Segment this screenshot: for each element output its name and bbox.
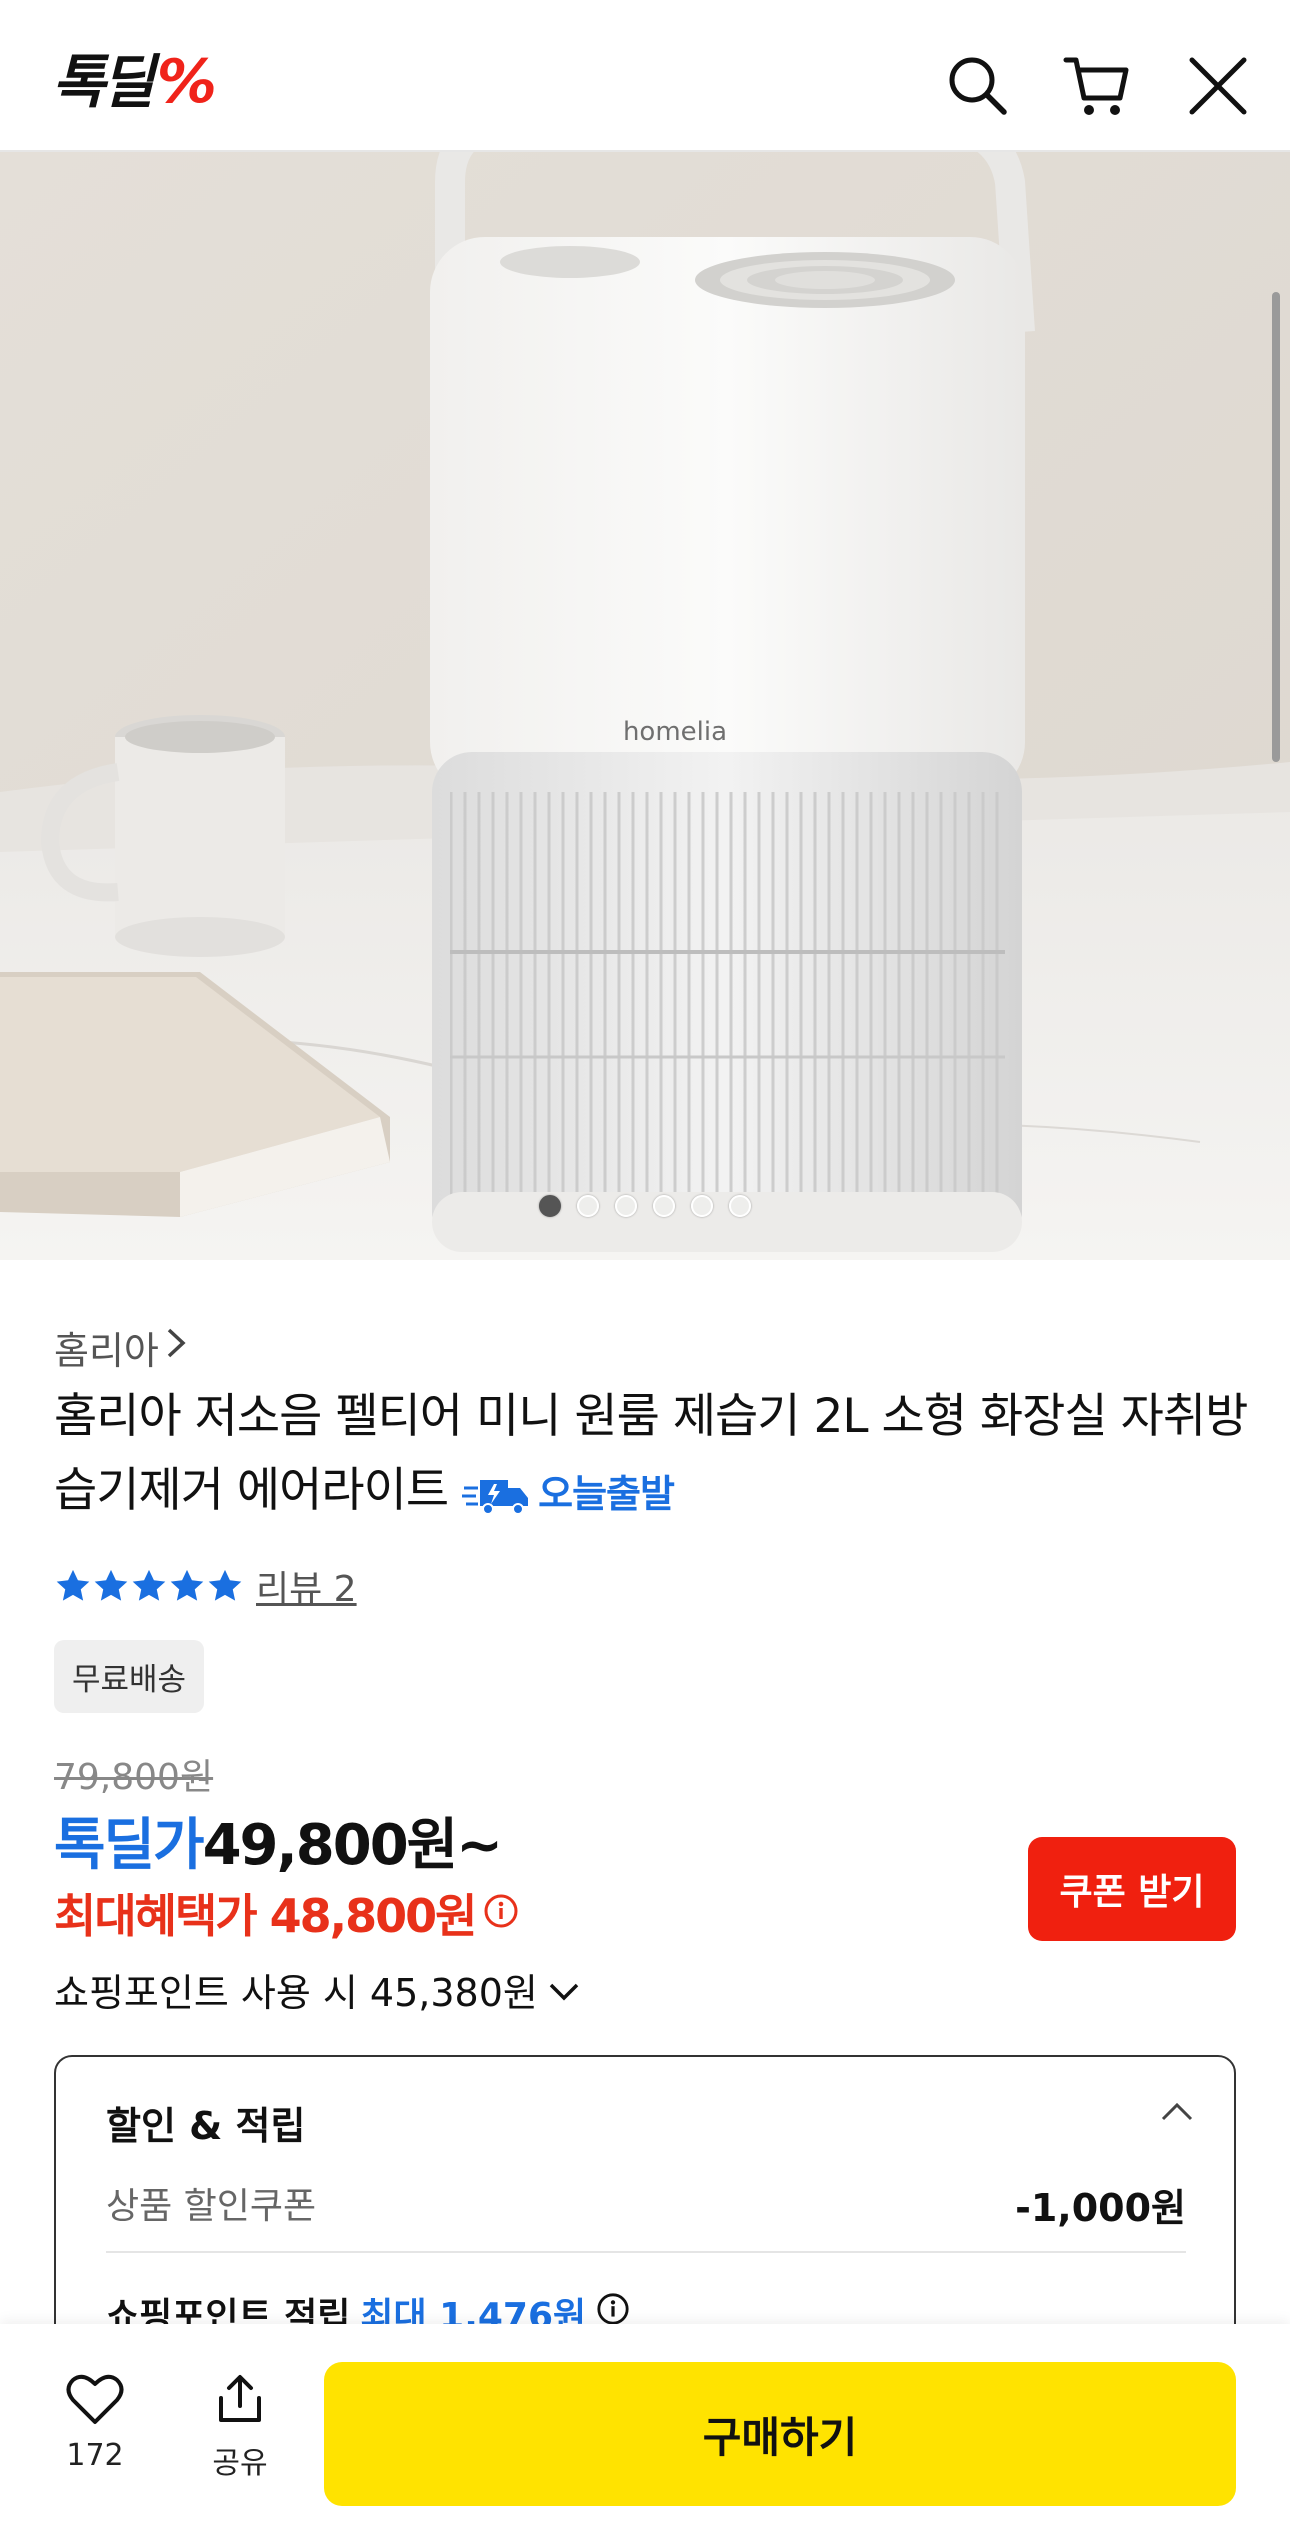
bottom-action-bar: 172 공유 구매하기: [0, 2324, 1290, 2539]
close-icon[interactable]: [1184, 52, 1252, 120]
brand-name: 홈리아: [54, 1329, 159, 1373]
share-button[interactable]: 공유: [185, 2372, 295, 2482]
deal-price-label: 톡딜가: [54, 1813, 205, 1878]
star-icon: [170, 1569, 204, 1601]
today-shipping-badge: 오늘출발: [462, 1457, 675, 1531]
like-count: 172: [66, 2438, 124, 2473]
chevron-up-icon[interactable]: [1160, 2101, 1194, 2127]
deal-price-row: 톡딜가 49,800원~: [54, 1800, 504, 1881]
like-button[interactable]: 172: [40, 2374, 150, 2473]
truck-icon: [462, 1479, 529, 1515]
max-benefit-row: 최대혜택가 48,800원: [54, 1880, 519, 1946]
homelia-print: homelia: [623, 717, 727, 747]
free-shipping-badge: 무료배송: [54, 1640, 205, 1713]
share-label: 공유: [212, 2446, 268, 2481]
deal-price: 49,800원~: [202, 1813, 504, 1878]
original-price: 79,800원: [54, 1757, 214, 1798]
carousel-dot-1[interactable]: [539, 1195, 561, 1217]
coupon-discount-value: -1,000원: [1015, 2186, 1186, 2230]
star-icon: [132, 1569, 166, 1601]
info-icon[interactable]: [483, 1893, 519, 1933]
shopping-point-text: 쇼핑포인트 사용 시 45,380원: [54, 1971, 538, 2015]
carousel-dot-2[interactable]: [577, 1195, 599, 1217]
product-title: 홈리아 저소음 펠티어 미니 원룸 제습기 2L 소형 화장실 자취방 습기제거…: [54, 1380, 1254, 1531]
logo-text: 톡딜: [52, 48, 155, 116]
coupon-discount-label: 상품 할인쿠폰: [106, 2186, 317, 2227]
coupon-button[interactable]: 쿠폰 받기: [1028, 1837, 1236, 1941]
page-scrollbar[interactable]: [1272, 292, 1280, 762]
buy-button[interactable]: 구매하기: [324, 2362, 1236, 2506]
carousel-dot-3[interactable]: [615, 1195, 637, 1217]
brand-link[interactable]: 홈리아: [54, 1320, 187, 1375]
search-icon[interactable]: [944, 52, 1012, 120]
shopping-point-price[interactable]: 쇼핑포인트 사용 시 45,380원: [54, 1962, 580, 2017]
discount-panel: 할인 & 적립 상품 할인쿠폰 -1,000원 쇼핑포인트 적립 최대 1,47…: [54, 2055, 1236, 2355]
review-link[interactable]: 리뷰 2: [256, 1560, 357, 1612]
product-photo: homelia: [0, 152, 1290, 1260]
carousel-dot-6[interactable]: [729, 1195, 751, 1217]
star-icon: [94, 1569, 128, 1601]
carousel-dot-4[interactable]: [653, 1195, 675, 1217]
star-icon: [56, 1569, 90, 1601]
rating-row: 리뷰 2: [54, 1560, 357, 1612]
today-shipping-label: 오늘출발: [538, 1471, 675, 1516]
logo-percent-mark: %: [156, 47, 217, 117]
heart-icon: [66, 2374, 124, 2424]
discount-panel-title: 할인 & 적립: [106, 2104, 306, 2148]
chevron-down-icon: [548, 1968, 580, 2012]
cart-icon[interactable]: [1062, 52, 1130, 120]
chevron-right-icon: [165, 1326, 187, 1369]
max-benefit-price: 최대혜택가 48,800원: [54, 1889, 477, 1943]
star-icon: [208, 1569, 242, 1601]
top-header: 톡딜 %: [0, 0, 1290, 152]
divider: [106, 2251, 1186, 2253]
product-image-carousel[interactable]: homelia: [0, 152, 1290, 1260]
talkdeal-logo[interactable]: 톡딜 %: [52, 52, 217, 112]
share-icon: [219, 2375, 261, 2422]
carousel-dots: [0, 1195, 1290, 1217]
carousel-dot-5[interactable]: [691, 1195, 713, 1217]
